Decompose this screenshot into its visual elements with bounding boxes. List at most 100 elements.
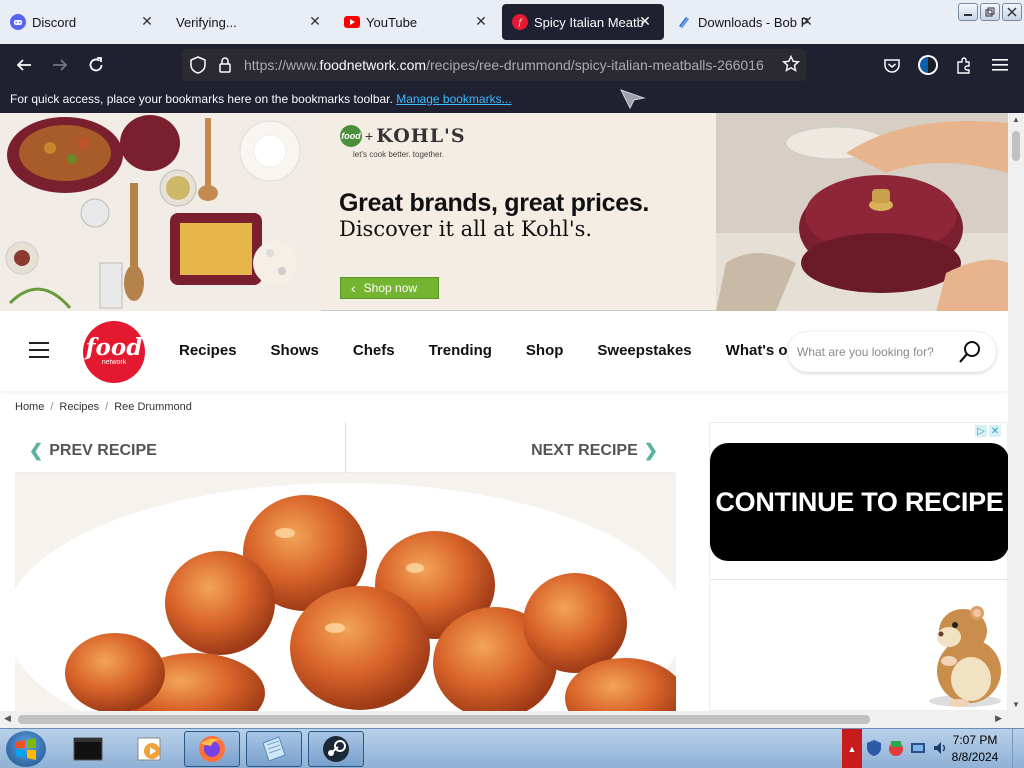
next-recipe-link[interactable]: NEXT RECIPE ❯ (531, 441, 658, 461)
lock-icon[interactable] (218, 56, 232, 77)
url-prefix: https://www. (244, 57, 320, 73)
shield-icon[interactable] (190, 56, 206, 77)
breadcrumb-separator: / (105, 401, 109, 413)
shield-tray-icon[interactable] (866, 739, 882, 757)
scrollbar-thumb[interactable] (1012, 131, 1020, 161)
reload-button[interactable] (84, 53, 108, 77)
back-button[interactable] (12, 53, 36, 77)
cookware-flatlay-image (0, 113, 321, 311)
site-search (788, 332, 996, 372)
tab-youtube[interactable]: YouTube ✕ (334, 0, 500, 44)
food-network-icon: f (512, 14, 528, 30)
start-button[interactable] (6, 731, 46, 767)
bookmarks-hint: For quick access, place your bookmarks h… (10, 92, 393, 106)
taskbar-clock[interactable]: 7:07 PM 8/8/2024 (940, 732, 1010, 766)
tab-close-button[interactable]: ✕ (472, 13, 490, 30)
hamster-image (919, 601, 1005, 709)
extensions-button[interactable] (952, 53, 976, 77)
tab-discord[interactable]: Discord ✕ (0, 0, 166, 44)
window-controls (958, 3, 1022, 21)
url-bar[interactable]: https://www.foodnetwork.com/recipes/ree-… (182, 49, 806, 81)
minimize-button[interactable] (958, 3, 978, 21)
url-path: /recipes/ree-drummond/spicy-italian-meat… (426, 57, 764, 73)
nav-shop[interactable]: Shop (526, 342, 564, 359)
restore-button[interactable] (980, 3, 1000, 21)
adchoices-badge[interactable]: ▷ ✕ (975, 425, 1001, 437)
taskbar-media-player[interactable] (122, 731, 178, 767)
tab-close-button[interactable]: ✕ (138, 13, 156, 30)
kohls-ad-banner[interactable]: food + KOHL'S let's cook better. togethe… (0, 113, 1008, 311)
breadcrumb: Home / Recipes / Ree Drummond (15, 401, 192, 413)
account-button[interactable] (916, 53, 940, 77)
kohls-logo-text: KOHL'S (376, 125, 466, 147)
forward-arrow-icon (53, 59, 68, 71)
forward-button[interactable] (48, 53, 72, 77)
cloud-icon (676, 14, 692, 30)
site-header: food network Recipes Shows Chefs Trendin… (0, 311, 1008, 391)
bookmarks-toolbar: For quick access, place your bookmarks h… (0, 86, 1024, 113)
breadcrumb-home[interactable]: Home (15, 401, 44, 413)
account-avatar-icon (918, 55, 938, 75)
nav-trending[interactable]: Trending (429, 342, 492, 359)
browser-tab-strip: Discord ✕ Verifying... ✕ YouTube ✕ f Spi… (0, 0, 1024, 44)
notepad-icon (262, 736, 286, 762)
tab-label: Discord (32, 14, 77, 30)
tab-verifying[interactable]: Verifying... ✕ (166, 0, 334, 44)
tab-close-button[interactable]: ✕ (798, 13, 816, 30)
tab-close-button[interactable]: ✕ (636, 13, 654, 30)
meatballs-hero-image (15, 473, 676, 711)
network-tray-icon[interactable] (910, 739, 926, 757)
nav-chefs[interactable]: Chefs (353, 342, 395, 359)
breadcrumb-recipes[interactable]: Recipes (59, 401, 99, 413)
tray-overflow-button[interactable]: ▲ (842, 729, 862, 768)
prev-recipe-link[interactable]: ❮ PREV RECIPE (29, 441, 157, 461)
back-arrow-icon (16, 59, 31, 71)
shop-now-label: Shop now (363, 281, 418, 295)
dutch-oven-image (716, 113, 1008, 311)
taskbar-terminal[interactable] (60, 731, 116, 767)
horizontal-scrollbar[interactable]: ◀ ▶ (0, 711, 1024, 728)
nav-shows[interactable]: Shows (271, 342, 319, 359)
logo-subword: network (101, 359, 127, 366)
menu-button[interactable] (988, 53, 1012, 77)
chevron-right-icon: ❯ (643, 441, 658, 460)
pocket-button[interactable] (880, 53, 904, 77)
plus-sign: + (365, 128, 374, 144)
scroll-down-icon[interactable]: ▼ (1012, 700, 1020, 709)
search-input[interactable] (797, 342, 957, 362)
ad-headline: Great brands, great prices. (339, 189, 650, 217)
puzzle-icon (957, 57, 970, 74)
search-icon[interactable] (958, 340, 982, 364)
browser-nav-bar: https://www.foodnetwork.com/recipes/ree-… (0, 44, 1024, 86)
scroll-right-icon[interactable]: ▶ (995, 713, 1002, 724)
close-window-button[interactable] (1002, 3, 1022, 21)
minimize-icon (964, 14, 972, 16)
food-network-logo[interactable]: food network (83, 321, 145, 383)
shop-now-button[interactable]: ‹ Shop now (340, 277, 439, 299)
bookmark-star-icon[interactable] (781, 54, 801, 76)
vpn-tray-icon[interactable] (888, 739, 904, 757)
food-network-mini-logo: food (340, 125, 362, 147)
site-menu-button[interactable] (29, 342, 49, 358)
manage-bookmarks-link[interactable]: Manage bookmarks... (396, 92, 511, 106)
nav-sweepstakes[interactable]: Sweepstakes (597, 342, 691, 359)
close-ad-icon[interactable]: ✕ (989, 425, 1001, 437)
taskbar-firefox[interactable] (184, 731, 240, 767)
nav-recipes[interactable]: Recipes (179, 342, 237, 359)
tab-close-button[interactable]: ✕ (306, 13, 324, 30)
tab-downloads[interactable]: Downloads - Bob Po ✕ (666, 0, 826, 44)
scroll-up-icon[interactable]: ▲ (1012, 115, 1020, 124)
taskbar-steam[interactable] (308, 731, 364, 767)
tab-label: YouTube (366, 14, 418, 30)
taskbar-notepad[interactable] (246, 731, 302, 767)
adchoices-icon[interactable]: ▷ (975, 425, 987, 437)
continue-to-recipe-button[interactable]: CONTINUE TO RECIPE (710, 443, 1008, 561)
ad-divider (710, 579, 1008, 580)
show-desktop-button[interactable] (1012, 729, 1024, 768)
scrollbar-thumb[interactable] (18, 715, 870, 724)
breadcrumb-chef[interactable]: Ree Drummond (114, 401, 192, 413)
scroll-left-icon[interactable]: ◀ (4, 713, 11, 724)
tab-spicy-italian-meatballs[interactable]: f Spicy Italian Meatbal ✕ (502, 4, 664, 40)
url-text[interactable]: https://www.foodnetwork.com/recipes/ree-… (244, 57, 774, 73)
vertical-scrollbar[interactable]: ▲ ▼ (1008, 113, 1024, 711)
